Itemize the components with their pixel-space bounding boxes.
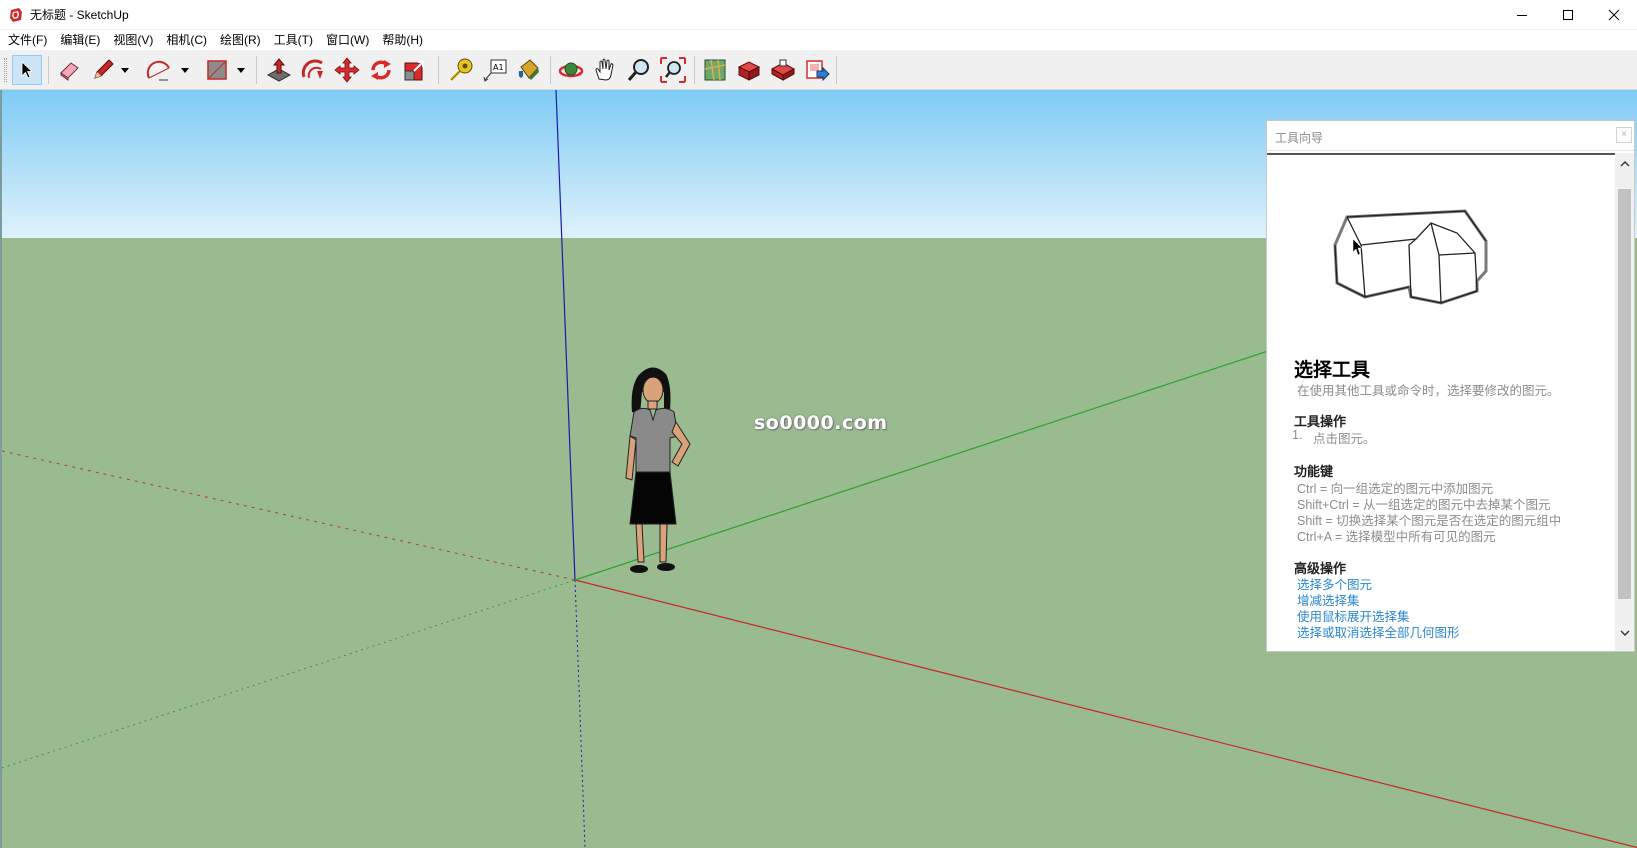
pan-tool-button[interactable] <box>590 55 620 85</box>
scale-icon <box>404 61 424 81</box>
maximize-button[interactable] <box>1545 0 1591 30</box>
extension-warehouse-tool-button[interactable] <box>734 55 764 85</box>
eraser-tool-button[interactable] <box>54 55 84 85</box>
instructor-panel: 工具向导 × 选择工具 在使用其他工具或命令时，选择要修改的图元。 工具操作 1… <box>1266 120 1635 652</box>
watermark: so0000.com <box>754 412 888 434</box>
modifier-item: Ctrl+A = 选择模型中所有可见的图元 <box>1297 530 1496 544</box>
hand-icon <box>595 58 614 81</box>
red-axis-dotted <box>2 450 576 581</box>
rotate-tool-button[interactable] <box>366 55 396 85</box>
tool-name: 选择工具 <box>1294 360 1371 381</box>
menu-tools[interactable]: 工具(T) <box>268 30 320 50</box>
arrow-cursor-icon <box>21 61 34 79</box>
toolbar-grip[interactable] <box>4 58 7 82</box>
blue-axis-solid <box>555 90 576 581</box>
paint-bucket-icon <box>518 59 539 80</box>
maximize-icon <box>1563 10 1573 20</box>
pencil-icon <box>94 59 114 79</box>
offset-tool-button[interactable] <box>298 55 328 85</box>
main-toolbar: A1 <box>0 50 1637 90</box>
title-bar: 无标题 - SketchUp <box>0 0 1637 30</box>
text-icon: A1 <box>483 59 507 82</box>
orbit-icon <box>558 62 584 78</box>
instructor-scrollbar[interactable] <box>1615 153 1634 651</box>
arc-tool-dropdown[interactable] <box>178 55 192 85</box>
operation-text: 点击图元。 <box>1313 432 1376 446</box>
close-icon <box>1608 9 1620 21</box>
menu-edit[interactable]: 编辑(E) <box>54 30 107 50</box>
menu-window[interactable]: 窗口(W) <box>320 30 376 50</box>
chevron-up-icon <box>1620 160 1629 166</box>
line-tool-button[interactable] <box>88 55 118 85</box>
tool-description: 在使用其他工具或命令时，选择要修改的图元。 <box>1297 384 1560 398</box>
operation-number: 1. <box>1292 428 1303 442</box>
advanced-link[interactable]: 选择或取消选择全部几何图形 <box>1297 622 1460 641</box>
line-tool-dropdown[interactable] <box>118 55 132 85</box>
rectangle-icon <box>207 60 227 80</box>
close-button[interactable] <box>1591 0 1637 30</box>
arc-tool-button[interactable] <box>144 55 174 85</box>
magnifier-icon <box>627 59 649 81</box>
rectangle-tool-dropdown[interactable] <box>234 55 248 85</box>
sketchup-share-tool-button[interactable] <box>768 55 798 85</box>
sketchup-logo-icon <box>10 7 22 22</box>
orbit-tool-button[interactable] <box>556 55 586 85</box>
push-pull-icon <box>266 58 292 82</box>
scroll-thumb[interactable] <box>1618 189 1631 599</box>
menu-camera[interactable]: 相机(C) <box>160 30 214 50</box>
zoom-tool-button[interactable] <box>624 55 654 85</box>
window-controls <box>1499 0 1637 30</box>
minimize-icon <box>1517 15 1527 16</box>
menu-help[interactable]: 帮助(H) <box>376 30 430 50</box>
zoom-extents-icon <box>660 57 686 83</box>
move-icon <box>334 57 360 83</box>
share-icon <box>770 59 796 81</box>
dropdown-arrow-icon <box>237 67 245 73</box>
green-axis-dotted <box>2 579 576 769</box>
house-illustration <box>1333 209 1488 305</box>
menu-view[interactable]: 视图(V) <box>107 30 160 50</box>
instructor-content: 选择工具 在使用其他工具或命令时，选择要修改的图元。 工具操作 1. 点击图元。… <box>1267 153 1615 651</box>
chevron-down-icon <box>1620 630 1629 636</box>
scroll-up-button[interactable] <box>1615 155 1634 172</box>
zoom-extents-tool-button[interactable] <box>658 55 688 85</box>
select-tool-button[interactable] <box>12 55 42 85</box>
menu-file[interactable]: 文件(F) <box>2 30 54 50</box>
rectangle-tool-button[interactable] <box>202 55 232 85</box>
minimize-button[interactable] <box>1499 0 1545 30</box>
tape-measure-icon <box>449 58 473 82</box>
arc-icon <box>146 60 170 81</box>
extension-icon <box>737 61 761 81</box>
layout-send-tool-button[interactable] <box>802 55 832 85</box>
3d-warehouse-tool-button[interactable] <box>700 55 730 85</box>
push-pull-tool-button[interactable] <box>264 55 294 85</box>
move-tool-button[interactable] <box>332 55 362 85</box>
svg-text:A1: A1 <box>493 63 504 72</box>
menu-bar: 文件(F) 编辑(E) 视图(V) 相机(C) 绘图(R) 工具(T) 窗口(W… <box>0 30 1637 50</box>
instructor-close-button[interactable]: × <box>1616 127 1632 143</box>
instructor-header: 工具向导 × <box>1267 121 1634 151</box>
instructor-title: 工具向导 <box>1275 131 1324 145</box>
scale-figure-person[interactable] <box>620 366 710 596</box>
rotate-icon <box>371 60 391 80</box>
window-title: 无标题 - SketchUp <box>30 8 129 22</box>
tape-measure-tool-button[interactable] <box>446 55 476 85</box>
menu-draw[interactable]: 绘图(R) <box>214 30 268 50</box>
scale-tool-button[interactable] <box>400 55 430 85</box>
layout-icon <box>806 60 830 82</box>
eraser-icon <box>60 62 79 81</box>
text-tool-button[interactable]: A1 <box>480 55 510 85</box>
dropdown-arrow-icon <box>121 67 129 73</box>
blue-axis-dotted <box>574 579 586 848</box>
scroll-down-button[interactable] <box>1615 624 1634 641</box>
warehouse-icon <box>704 59 726 81</box>
paint-bucket-tool-button[interactable] <box>514 55 544 85</box>
offset-icon <box>301 59 323 79</box>
dropdown-arrow-icon <box>181 67 189 73</box>
